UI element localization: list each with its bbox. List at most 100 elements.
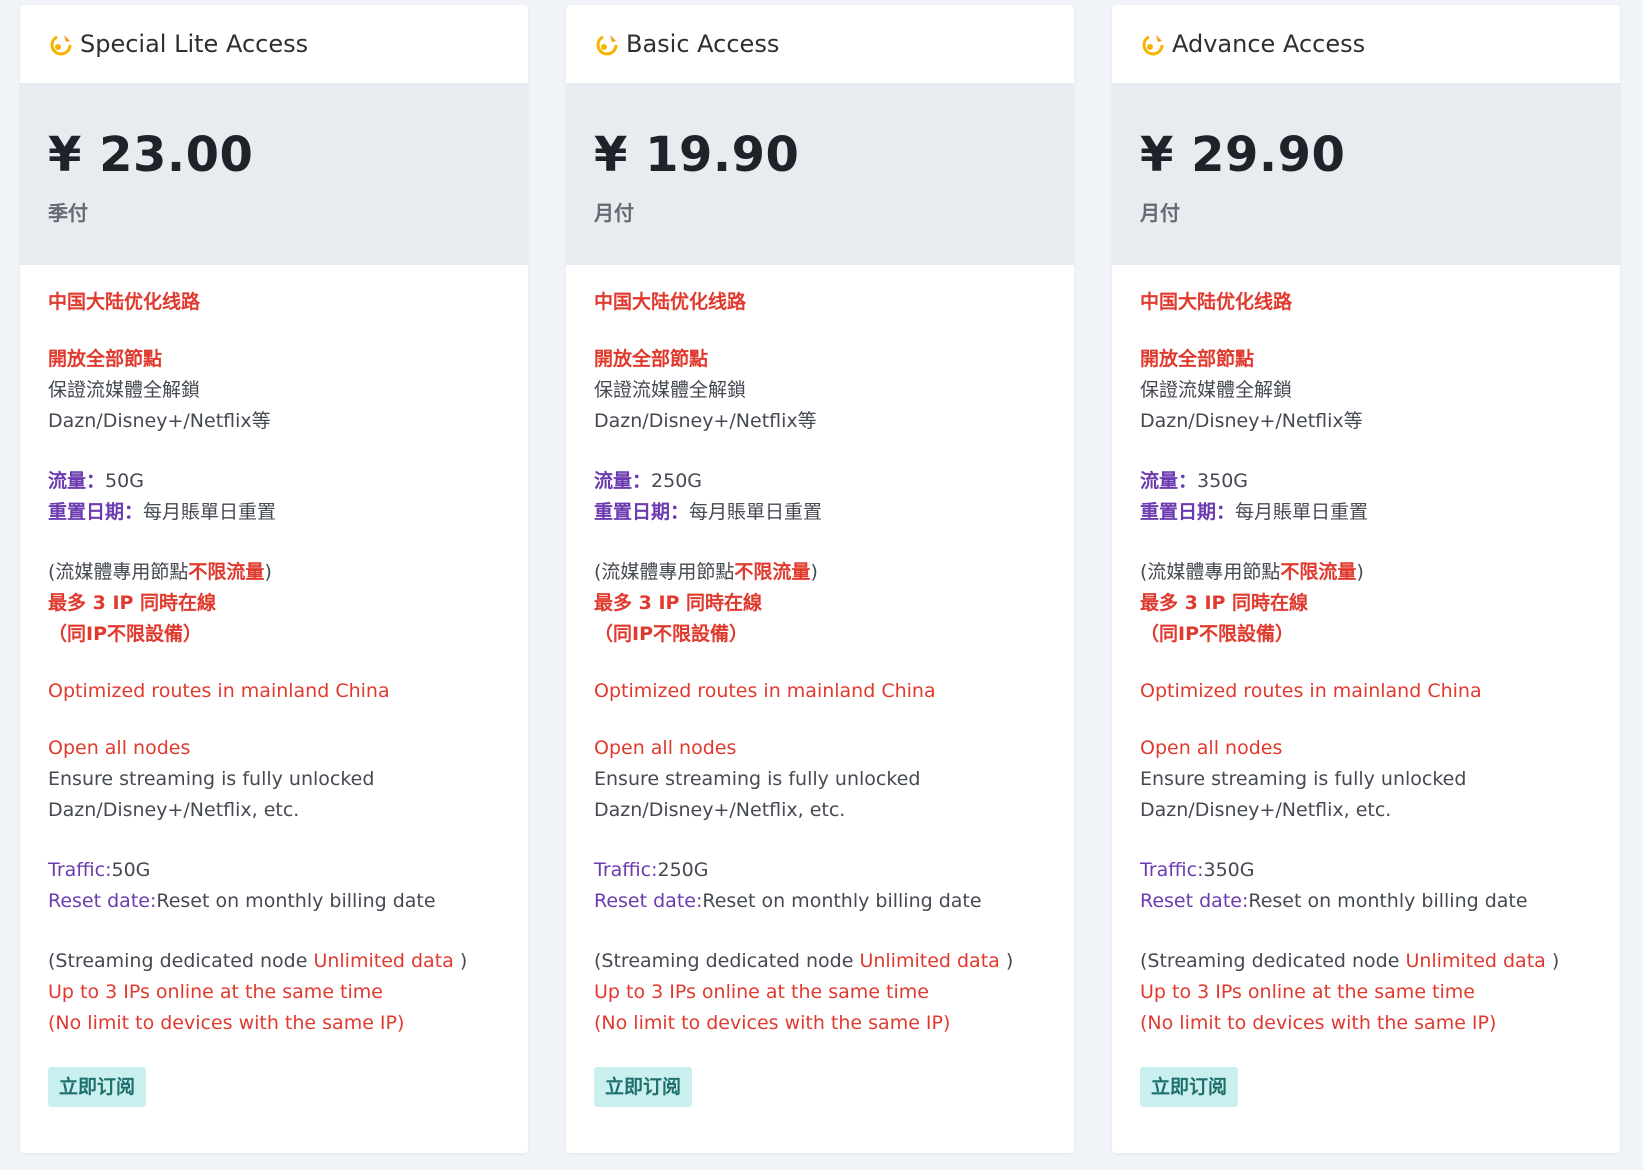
feature-cn-route: 中国大陆优化线路 (594, 291, 747, 313)
traffic-value: 350G (1203, 859, 1255, 881)
subscribe-button[interactable]: 立即订阅 (48, 1067, 147, 1107)
feature-cn-ip-limit: 最多 3 IP 同時在線 (48, 592, 217, 614)
streaming-unlimited: 不限流量 (734, 561, 811, 583)
feature-en-unlock: Ensure streaming is fully unlocked (1140, 768, 1467, 790)
traffic-value: 250G (657, 859, 709, 881)
price-panel: ¥ 29.90 月付 (1112, 83, 1620, 265)
traffic-label: 流量： (48, 470, 106, 492)
reset-label: 重置日期： (48, 501, 144, 523)
streaming-unlimited: 不限流量 (188, 561, 265, 583)
feature-en-streaming: (Streaming dedicated node Unlimited data… (594, 946, 1074, 977)
plan-card-advance: Advance Access ¥ 29.90 月付 中国大陆优化线路 開放全部節… (1112, 5, 1620, 1153)
traffic-label: Traffic: (48, 859, 112, 881)
plan-features: 中国大陆优化线路 開放全部節點 保證流媒體全解鎖 Dazn/Disney+/Ne… (20, 265, 528, 1107)
billing-period: 月付 (594, 201, 634, 225)
traffic-label: Traffic: (1140, 859, 1204, 881)
rocket-icon (594, 31, 620, 57)
feature-cn-unlock: 保證流媒體全解鎖 (594, 379, 747, 401)
feature-cn-route: 中国大陆优化线路 (48, 291, 201, 313)
feature-en-services: Dazn/Disney+/Netflix, etc. (48, 799, 300, 821)
feature-cn-reset: 重置日期：每月賬單日重置 (1140, 497, 1620, 528)
subscribe-button[interactable]: 立即订阅 (594, 1067, 693, 1107)
plan-title: Basic Access (626, 30, 780, 58)
traffic-value: 50G (111, 859, 151, 881)
feature-en-ip-limit: Up to 3 IPs online at the same time (1140, 981, 1475, 1003)
streaming-suffix: ) (1356, 561, 1364, 583)
feature-en-nodes: Open all nodes (594, 737, 737, 759)
plan-price: ¥ 19.90 (594, 127, 800, 183)
feature-cn-nodes: 開放全部節點 (594, 348, 709, 370)
reset-value: Reset on monthly billing date (702, 890, 982, 912)
feature-en-nodes: Open all nodes (1140, 737, 1283, 759)
feature-en-reset: Reset date:Reset on monthly billing date (1140, 886, 1620, 917)
feature-cn-streaming: (流媒體專用節點不限流量) (48, 557, 528, 588)
billing-period: 月付 (1140, 201, 1180, 225)
rocket-icon (48, 31, 74, 57)
reset-value: 每月賬單日重置 (689, 501, 823, 523)
feature-en-reset: Reset date:Reset on monthly billing date (594, 886, 1074, 917)
feature-cn-device: （同IP不限設備） (48, 623, 202, 645)
card-header: Special Lite Access (20, 5, 528, 83)
feature-cn-traffic: 流量：250G (594, 466, 1074, 497)
plan-price: ¥ 23.00 (48, 127, 254, 183)
feature-cn-unlock: 保證流媒體全解鎖 (1140, 379, 1293, 401)
plan-features: 中国大陆优化线路 開放全部節點 保證流媒體全解鎖 Dazn/Disney+/Ne… (1112, 265, 1620, 1107)
streaming-unlimited: Unlimited data (313, 950, 454, 972)
feature-cn-reset: 重置日期：每月賬單日重置 (48, 497, 528, 528)
feature-cn-reset: 重置日期：每月賬單日重置 (594, 497, 1074, 528)
streaming-prefix: (流媒體專用節點 (48, 561, 189, 583)
reset-label: Reset date: (48, 890, 157, 912)
traffic-label: 流量： (594, 470, 652, 492)
plan-title: Special Lite Access (80, 30, 309, 58)
plan-features: 中国大陆优化线路 開放全部節點 保證流媒體全解鎖 Dazn/Disney+/Ne… (566, 265, 1074, 1107)
plan-card-special-lite: Special Lite Access ¥ 23.00 季付 中国大陆优化线路 … (20, 5, 528, 1153)
billing-period: 季付 (48, 201, 88, 225)
plan-card-basic: Basic Access ¥ 19.90 月付 中国大陆优化线路 開放全部節點 … (566, 5, 1074, 1153)
feature-cn-ip-limit: 最多 3 IP 同時在線 (594, 592, 763, 614)
feature-en-unlock: Ensure streaming is fully unlocked (594, 768, 921, 790)
feature-cn-services: Dazn/Disney+/Netflix等 (48, 410, 271, 432)
traffic-label: 流量： (1140, 470, 1198, 492)
traffic-value: 250G (651, 470, 703, 492)
feature-cn-route: 中国大陆优化线路 (1140, 291, 1293, 313)
feature-en-reset: Reset date:Reset on monthly billing date (48, 886, 528, 917)
feature-cn-nodes: 開放全部節點 (48, 348, 163, 370)
feature-en-traffic: Traffic:350G (1140, 855, 1620, 886)
reset-value: Reset on monthly billing date (1248, 890, 1528, 912)
traffic-value: 350G (1197, 470, 1249, 492)
streaming-suffix: ) (810, 561, 818, 583)
feature-en-services: Dazn/Disney+/Netflix, etc. (1140, 799, 1392, 821)
feature-cn-nodes: 開放全部節點 (1140, 348, 1255, 370)
feature-cn-unlock: 保證流媒體全解鎖 (48, 379, 201, 401)
price-panel: ¥ 23.00 季付 (20, 83, 528, 265)
rocket-icon (1140, 31, 1166, 57)
reset-value: 每月賬單日重置 (1235, 501, 1369, 523)
streaming-suffix: ) (1545, 950, 1560, 972)
feature-en-unlock: Ensure streaming is fully unlocked (48, 768, 375, 790)
streaming-prefix: (Streaming dedicated node (48, 950, 314, 972)
traffic-label: Traffic: (594, 859, 658, 881)
feature-en-device: (No limit to devices with the same IP) (1140, 1012, 1497, 1034)
reset-value: 每月賬單日重置 (143, 501, 277, 523)
streaming-prefix: (流媒體專用節點 (594, 561, 735, 583)
feature-cn-device: （同IP不限設備） (1140, 623, 1294, 645)
streaming-prefix: (流媒體專用節點 (1140, 561, 1281, 583)
price-panel: ¥ 19.90 月付 (566, 83, 1074, 265)
subscribe-button[interactable]: 立即订阅 (1140, 1067, 1239, 1107)
reset-label: 重置日期： (594, 501, 690, 523)
reset-label: 重置日期： (1140, 501, 1236, 523)
feature-cn-traffic: 流量：350G (1140, 466, 1620, 497)
streaming-prefix: (Streaming dedicated node (594, 950, 860, 972)
feature-en-route: Optimized routes in mainland China (48, 680, 390, 702)
feature-cn-services: Dazn/Disney+/Netflix等 (1140, 410, 1363, 432)
streaming-unlimited: Unlimited data (1405, 950, 1546, 972)
card-header: Advance Access (1112, 5, 1620, 83)
streaming-prefix: (Streaming dedicated node (1140, 950, 1406, 972)
streaming-suffix: ) (453, 950, 468, 972)
streaming-unlimited: 不限流量 (1280, 561, 1357, 583)
feature-en-traffic: Traffic:50G (48, 855, 528, 886)
feature-en-device: (No limit to devices with the same IP) (594, 1012, 951, 1034)
feature-en-device: (No limit to devices with the same IP) (48, 1012, 405, 1034)
feature-en-streaming: (Streaming dedicated node Unlimited data… (48, 946, 528, 977)
feature-cn-services: Dazn/Disney+/Netflix等 (594, 410, 817, 432)
